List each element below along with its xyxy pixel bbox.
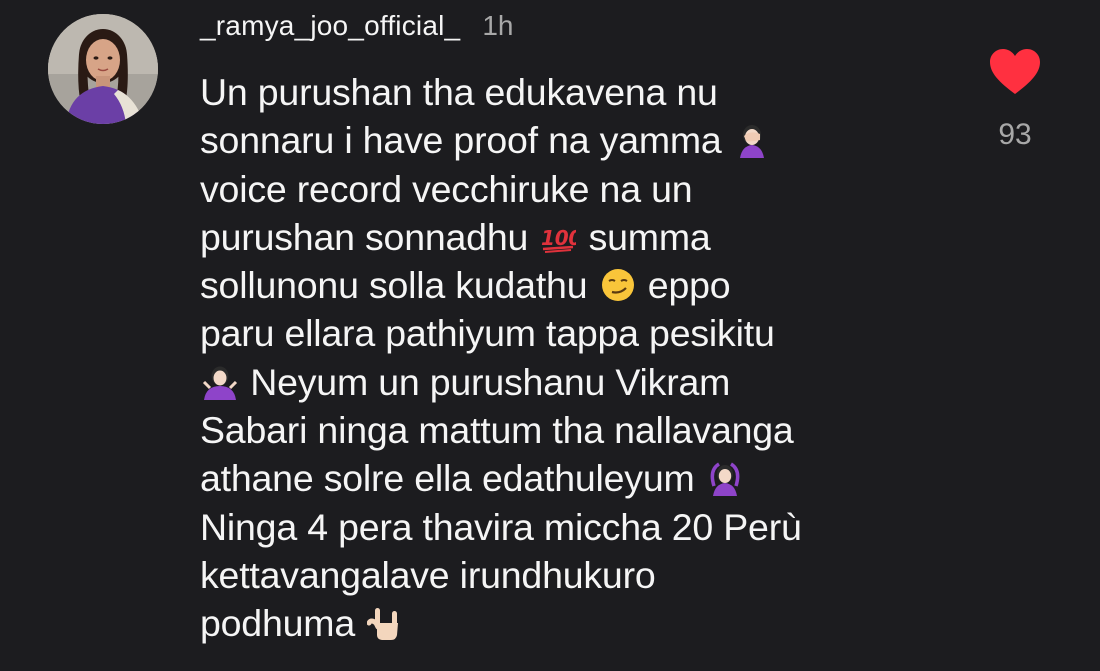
smirking-face-emoji	[600, 267, 636, 303]
comment-line-text: Ninga 4 pera thavira miccha 20 Perù	[200, 505, 802, 548]
comment-line-text: paru ellara pathiyum tappa pesikitu	[200, 312, 775, 355]
comment-line: voice record vecchiruke na un	[200, 165, 960, 213]
comment-line-text: kettavangalave irundhukuro	[200, 553, 656, 596]
comment-line-text: sonnaru i have proof na yamma	[200, 119, 732, 162]
comment-line: Ninga 4 pera thavira miccha 20 Perù	[200, 503, 960, 551]
comment-line-text: purushan sonnadhu	[200, 215, 539, 258]
comment-line-text: Sabari ninga mattum tha nallavanga	[200, 409, 794, 452]
comment-line: podhuma	[200, 599, 960, 647]
hundred-points-emoji: 100	[540, 219, 576, 255]
like-section: 93	[975, 48, 1055, 152]
comment-line-text: sollunonu solla kudathu	[200, 264, 598, 307]
comment-line-text: eppo	[637, 264, 731, 307]
comment-line: Sabari ninga mattum tha nallavanga	[200, 406, 960, 454]
comment-line: kettavangalave irundhukuro	[200, 551, 960, 599]
love-you-gesture-emoji	[367, 605, 403, 641]
comment-line: purushan sonnadhu 100 summa	[200, 213, 960, 261]
comment-line: Un purushan tha edukavena nu	[200, 68, 960, 116]
woman-ok-gesture-emoji	[707, 460, 743, 497]
like-count: 93	[998, 118, 1032, 151]
comment-line: athane solre ella edathuleyum	[200, 454, 960, 502]
comment-line: sonnaru i have proof na yamma	[200, 116, 960, 164]
comment-line-text: Neyum un purushanu Vikram	[240, 360, 731, 403]
heart-icon[interactable]	[989, 48, 1041, 96]
timestamp: 1h	[482, 10, 514, 41]
comment-line-text: athane solre ella edathuleyum	[200, 457, 705, 500]
woman-facepalming-emoji	[734, 122, 770, 159]
comment-header: _ramya_joo_official_ 1h	[200, 10, 513, 50]
comment-item: _ramya_joo_official_ 1h Un purushan tha …	[0, 0, 1100, 671]
woman-shrugging-emoji	[202, 364, 238, 400]
comment-line-text: Un purushan tha edukavena nu	[200, 71, 718, 113]
username-link[interactable]: _ramya_joo_official_	[200, 10, 460, 42]
comment-text: Un purushan tha edukavena nu sonnaru i ha…	[200, 68, 960, 648]
comment-line-text: voice record vecchiruke na un	[200, 167, 693, 210]
comment-line-text: podhuma	[200, 602, 366, 645]
comment-line: paru ellara pathiyum tappa pesikitu	[200, 309, 960, 357]
comment-line: Neyum un purushanu Vikram	[200, 358, 960, 406]
comment-line: sollunonu solla kudathu eppo	[200, 261, 960, 309]
comment-line-text: summa	[578, 215, 711, 258]
avatar[interactable]	[48, 14, 158, 124]
